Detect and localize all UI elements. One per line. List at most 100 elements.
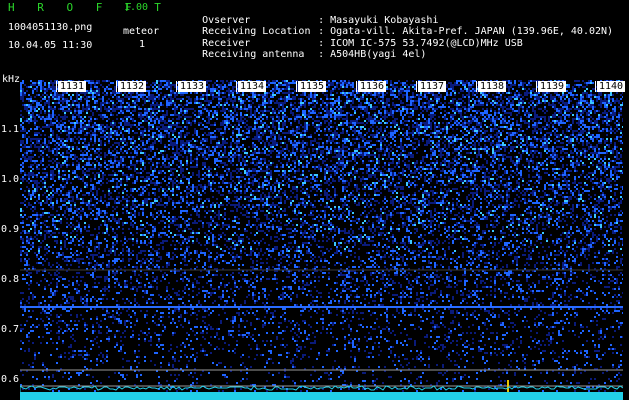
noise-pixel [72,118,74,120]
noise-pixel [178,116,180,118]
noise-pixel [458,122,460,124]
noise-pixel [608,102,610,104]
noise-pixel [244,100,246,102]
noise-pixel [440,132,442,134]
noise-pixel [104,136,106,138]
noise-pixel [202,140,204,142]
noise-pixel [462,118,464,120]
noise-pixel [406,112,408,114]
noise-pixel [460,120,462,122]
noise-pixel [346,96,348,98]
noise-pixel [598,126,600,128]
noise-pixel [338,112,340,114]
noise-pixel [506,138,508,140]
noise-pixel [92,144,94,146]
noise-pixel [472,110,474,112]
noise-pixel [346,92,348,94]
noise-pixel [216,144,218,146]
noise-pixel [222,110,224,112]
noise-pixel [582,116,584,118]
noise-pixel [490,134,492,136]
noise-pixel [544,102,546,104]
noise-pixel [438,122,440,124]
noise-pixel [576,140,578,142]
noise-pixel [604,142,606,144]
noise-pixel [260,120,262,122]
noise-pixel [34,122,36,124]
noise-pixel [266,82,268,84]
noise-pixel [474,100,476,102]
noise-pixel [384,136,386,138]
noise-pixel [516,122,518,124]
noise-pixel [460,108,462,110]
noise-pixel [278,106,280,108]
noise-pixel [358,106,360,108]
noise-pixel [216,128,218,130]
noise-pixel [504,106,506,108]
noise-pixel [212,88,214,90]
noise-pixel [224,104,226,106]
noise-pixel [266,128,268,130]
noise-pixel [48,114,50,116]
noise-pixel [406,132,408,134]
noise-pixel [254,94,256,96]
noise-pixel [564,114,566,116]
noise-pixel [200,104,202,106]
noise-pixel [140,122,142,124]
noise-pixel [240,100,242,102]
noise-pixel [84,134,86,136]
noise-pixel [616,126,618,128]
noise-pixel [216,92,218,94]
noise-pixel [376,136,378,138]
noise-pixel [358,144,360,146]
noise-pixel [498,112,500,114]
noise-pixel [548,124,550,126]
noise-pixel [348,102,350,104]
noise-pixel [156,104,158,106]
noise-pixel [590,82,592,84]
noise-pixel [366,92,368,94]
noise-pixel [140,96,142,98]
noise-pixel [482,104,484,106]
noise-pixel [94,128,96,130]
noise-pixel [422,102,424,104]
noise-pixel [578,118,580,120]
noise-pixel [296,136,298,138]
noise-pixel [100,124,102,126]
noise-pixel [274,94,276,96]
noise-pixel [270,102,272,104]
noise-pixel [500,120,502,122]
noise-pixel [426,134,428,136]
noise-pixel [552,130,554,132]
noise-pixel [332,84,334,86]
noise-pixel [372,108,374,110]
noise-pixel [146,82,148,84]
noise-pixel [310,136,312,138]
noise-pixel [180,116,182,118]
noise-pixel [336,128,338,130]
noise-pixel [244,106,246,108]
noise-pixel [476,140,478,142]
noise-pixel [392,132,394,134]
noise-pixel [554,142,556,144]
noise-pixel [288,130,290,132]
noise-pixel [582,136,584,138]
noise-pixel [30,80,32,82]
noise-pixel [364,144,366,146]
noise-pixel [20,142,22,144]
noise-pixel [104,130,106,132]
noise-pixel [228,82,230,84]
noise-pixel [164,86,166,88]
noise-pixel [152,138,154,140]
noise-pixel [244,114,246,116]
noise-pixel [188,142,190,144]
noise-pixel [380,92,382,94]
noise-pixel [430,132,432,134]
noise-pixel [344,82,346,84]
noise-pixel [206,82,208,84]
noise-pixel [186,116,188,118]
noise-pixel [566,128,568,130]
noise-pixel [46,88,48,90]
noise-pixel [356,96,358,98]
noise-pixel [168,144,170,146]
